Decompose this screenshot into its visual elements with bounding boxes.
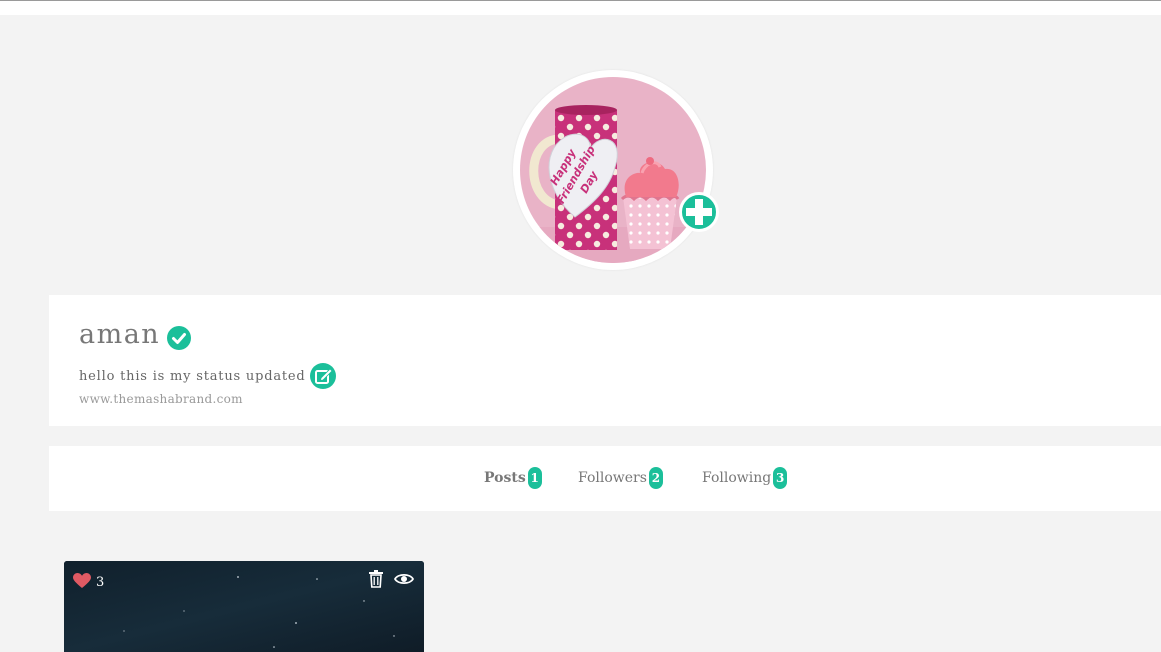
- check-circle-icon: [167, 325, 192, 350]
- edit-icon: [314, 368, 333, 384]
- plus-icon: [686, 199, 712, 225]
- heart-icon: [73, 573, 91, 588]
- status-text: hello this is my status updated: [79, 368, 306, 384]
- tab-label: Posts: [484, 470, 526, 486]
- like-count: 3: [96, 575, 105, 590]
- count-badge: 1: [527, 467, 542, 489]
- edit-status-button[interactable]: [309, 363, 336, 389]
- top-bar: [0, 0, 1161, 15]
- eye-icon[interactable]: [394, 570, 414, 588]
- post-card[interactable]: 3: [64, 561, 424, 652]
- username: aman: [79, 319, 161, 350]
- status-row: hello this is my status updated: [79, 363, 336, 389]
- avatar[interactable]: Happy Friendship Day: [520, 77, 706, 263]
- tab-following[interactable]: Following 3: [702, 467, 788, 489]
- tab-label: Following: [702, 470, 772, 486]
- count-badge: 2: [648, 467, 663, 489]
- post-actions: [368, 570, 414, 588]
- profile-avatar-container: Happy Friendship Day: [513, 70, 719, 270]
- website-link[interactable]: www.themashabrand.com: [79, 392, 243, 406]
- username-row: aman: [79, 319, 192, 350]
- avatar-image: Happy Friendship Day: [520, 77, 706, 263]
- tab-followers[interactable]: Followers 2: [578, 467, 663, 489]
- count-badge: 3: [773, 467, 788, 489]
- profile-info-card: aman hello this is my status updated www…: [49, 295, 1161, 426]
- add-photo-button[interactable]: [679, 192, 719, 232]
- tab-label: Followers: [578, 470, 647, 486]
- trash-icon[interactable]: [368, 570, 384, 588]
- profile-tabs: Posts 1 Followers 2 Following 3: [49, 446, 1161, 511]
- like-button[interactable]: 3: [73, 572, 104, 590]
- tab-posts[interactable]: Posts 1: [484, 467, 542, 489]
